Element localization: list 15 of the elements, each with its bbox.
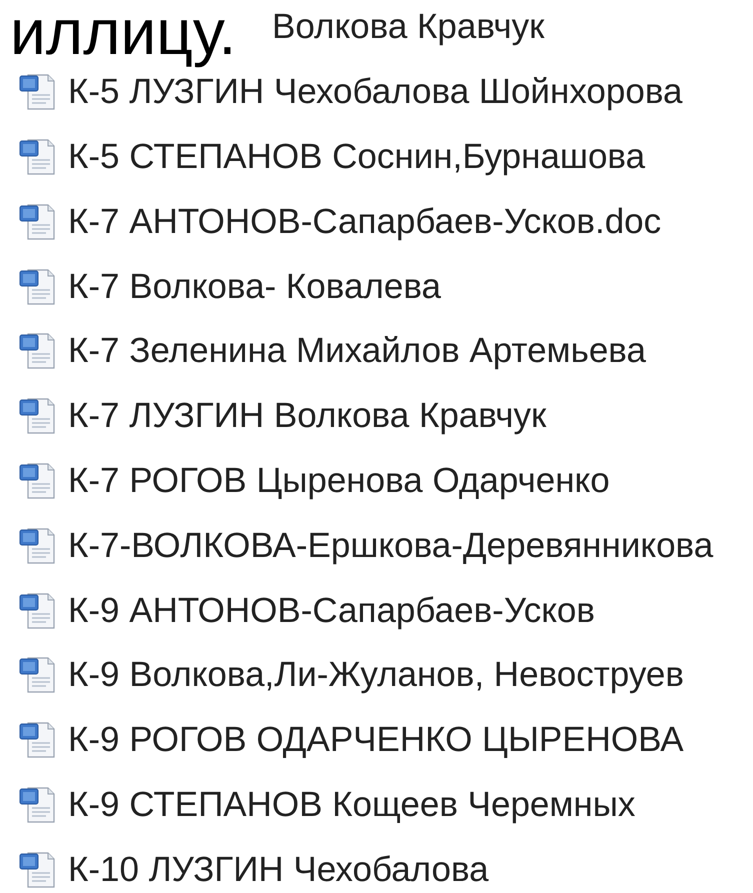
file-name[interactable]: К-9 Волкова,Ли-Жуланов, Невоструев (68, 655, 684, 696)
file-name[interactable]: К-9 РОГОВ ОДАРЧЕНКО ЦЫРЕНОВА (68, 720, 684, 760)
file-name[interactable]: К-7 АНТОНОВ-Сапарбаев-Усков.doc (68, 202, 662, 242)
file-name[interactable]: К-9 СТЕПАНОВ Кощеев Черемных (68, 784, 636, 825)
file-name[interactable]: Волкова Кравчук (272, 7, 544, 48)
file-name[interactable]: К-7 Волкова- Ковалева (68, 266, 441, 307)
file-name[interactable]: К-10 ЛУЗГИН Чехобалова (68, 850, 489, 890)
file-name[interactable]: К-5 СТЕПАНОВ Соснин,Бурнашова (68, 136, 646, 177)
file-name[interactable]: К-7-ВОЛКОВА-Ершкова-Деревянникова (68, 526, 714, 566)
file-name[interactable]: К-9 АНТОНОВ-Сапарбаев-Усков (68, 590, 595, 631)
slide-text: иллицу. (10, 0, 236, 70)
file-name[interactable]: К-7 Зеленина Михайлов Артемьева (68, 331, 646, 372)
file-name[interactable]: К-7 ЛУЗГИН Волкова Кравчук (68, 396, 546, 436)
file-name[interactable]: К-7 РОГОВ Цыренова Одарченко (68, 460, 610, 501)
file-name[interactable]: К-5 ЛУЗГИН Чехобалова Шойнхорова (68, 72, 682, 112)
